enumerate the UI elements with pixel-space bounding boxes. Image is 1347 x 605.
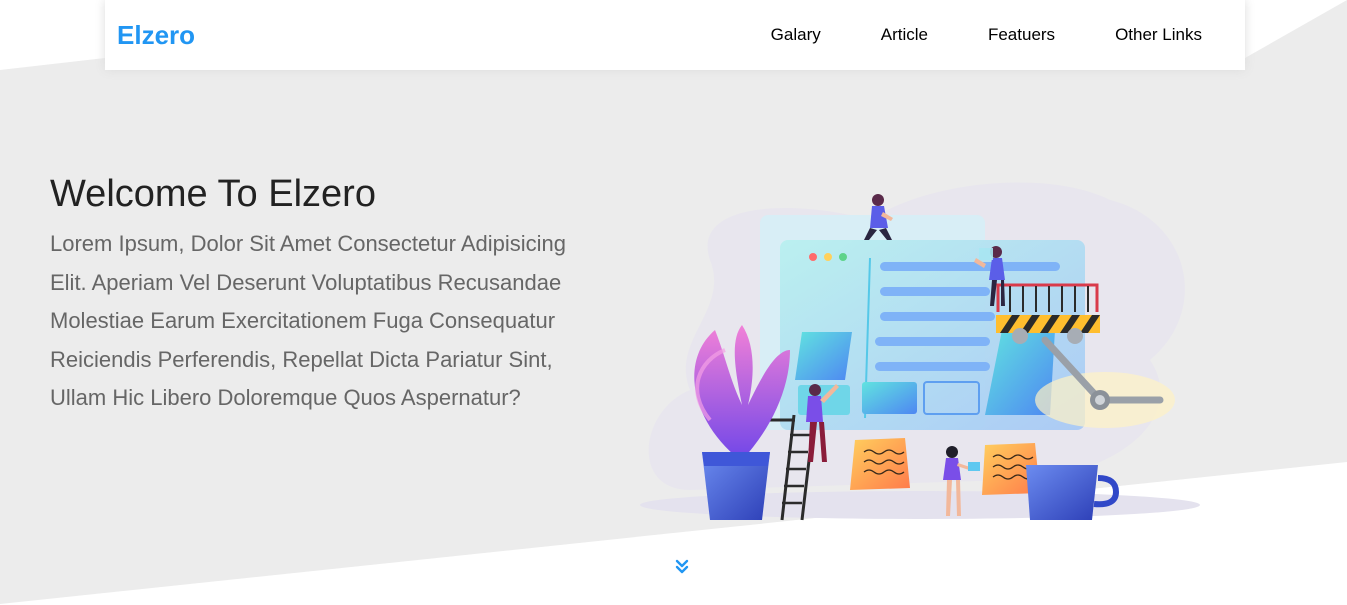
nav-link-galary[interactable]: Galary: [741, 0, 851, 70]
double-chevron-down-icon: [675, 559, 689, 574]
nav-link-featuers[interactable]: Featuers: [958, 0, 1085, 70]
intro-paragraph: Lorem Ipsum, Dolor Sit Amet Consectetur …: [50, 231, 567, 411]
go-down-link[interactable]: [671, 556, 693, 578]
main-nav: Galary Article Featuers Other Links: [741, 0, 1245, 70]
nav-link-article[interactable]: Article: [851, 0, 958, 70]
header: Elzero Galary Article Featuers Other Lin…: [105, 0, 1245, 70]
logo[interactable]: Elzero: [117, 20, 195, 51]
nav-link-other-links[interactable]: Other Links: [1085, 0, 1245, 70]
website-building-illustration: [640, 182, 1200, 521]
intro-text-block: Welcome To Elzero Lorem Ipsum, Dolor Sit…: [50, 171, 590, 418]
page-title: Welcome To Elzero: [50, 173, 376, 215]
